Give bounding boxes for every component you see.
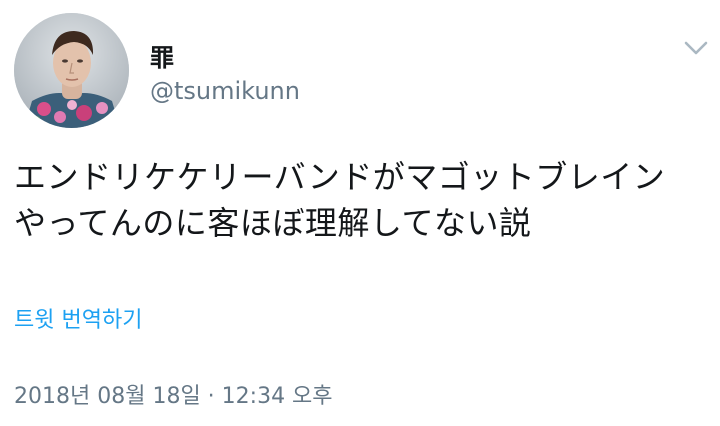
tweet-card: 罪 @tsumikunn エンドリケケリーバンドがマゴットブレイン やってんのに… [0,0,720,426]
avatar-image [14,13,129,128]
chevron-down-icon[interactable] [680,36,712,60]
tweet-text-line: エンドリケケリーバンドがマゴットブレイン [14,158,666,196]
translate-tweet-link[interactable]: 트윗 번역하기 [14,306,142,336]
display-name[interactable]: 罪 [150,44,174,72]
avatar[interactable] [14,13,129,128]
tweet-text: エンドリケケリーバンドがマゴットブレイン やってんのに客ほぼ理解してない説 [14,154,710,246]
tweet-timestamp: 2018년 08월 18일 · 12:34 오후 [14,384,333,409]
tweet-text-line: やってんのに客ほぼ理解してない説 [14,204,532,242]
user-handle[interactable]: @tsumikunn [150,76,300,106]
